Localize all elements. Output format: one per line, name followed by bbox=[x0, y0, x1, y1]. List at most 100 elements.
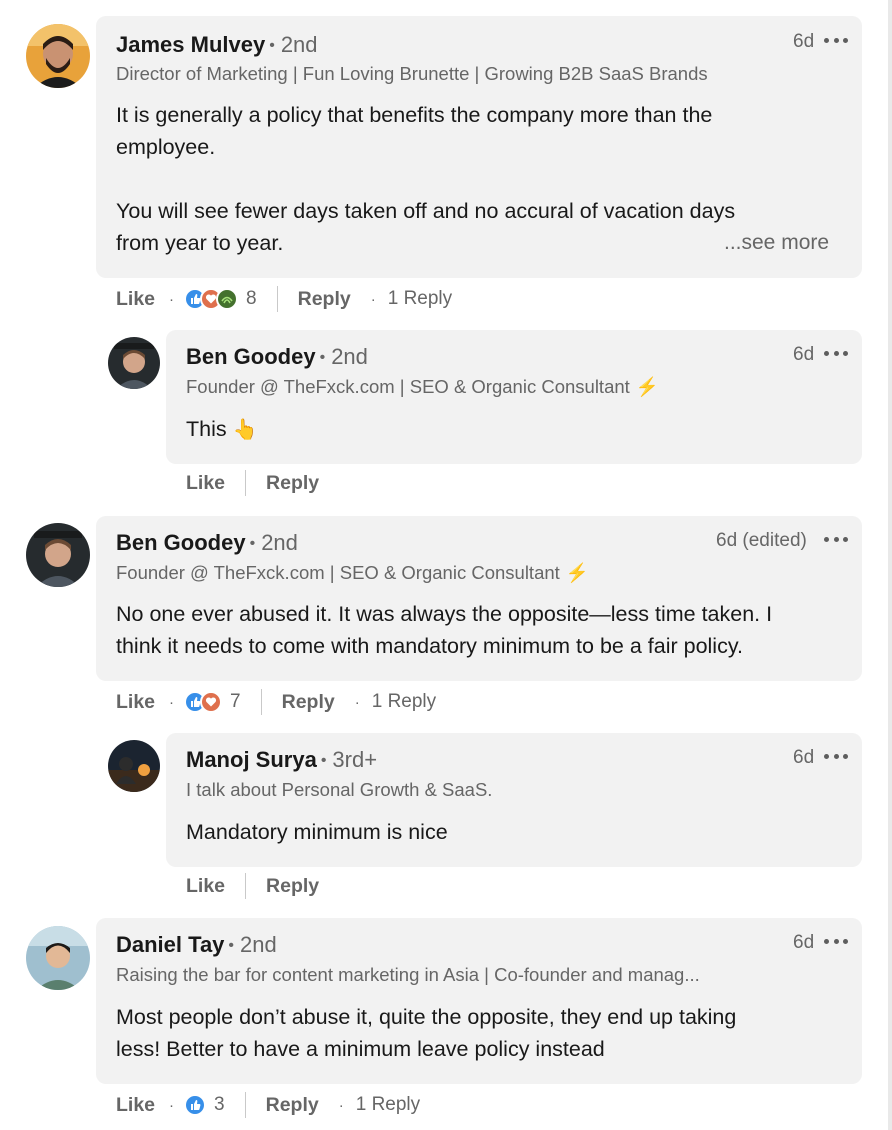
timestamp: 6d bbox=[793, 747, 815, 768]
separator-dot: · bbox=[169, 693, 175, 711]
comment-daniel-tay: Daniel Tay • 2nd 6d Raising the bar for c… bbox=[0, 913, 892, 1130]
comment-text: It is generally a policy that benefits t… bbox=[116, 99, 816, 259]
connection-degree: • 2nd bbox=[228, 932, 277, 957]
comment-actions: Like · 8 Reply · 1 Reply bbox=[116, 284, 452, 314]
love-reaction-icon bbox=[200, 691, 223, 713]
lightning-bolt-icon: ⚡ bbox=[635, 376, 659, 397]
like-button[interactable]: Like bbox=[116, 691, 155, 714]
reply-button[interactable]: Reply bbox=[266, 1094, 319, 1117]
reply-button[interactable]: Reply bbox=[266, 472, 319, 495]
avatar[interactable] bbox=[26, 926, 90, 990]
reply-button[interactable]: Reply bbox=[298, 288, 351, 311]
divider bbox=[245, 873, 247, 899]
author-name[interactable]: Ben Goodey bbox=[186, 344, 316, 370]
connection-degree: • 2nd bbox=[319, 344, 368, 369]
timestamp: 6d bbox=[793, 932, 815, 953]
comment-actions: Like Reply bbox=[186, 871, 319, 901]
comment-text: This 👆 bbox=[186, 417, 258, 441]
separator-dot: · bbox=[370, 290, 376, 308]
reply-manoj-surya: Manoj Surya • 3rd+ 6d I talk about Person… bbox=[0, 723, 892, 913]
like-button[interactable]: Like bbox=[186, 875, 225, 898]
comment-text: Most people don’t abuse it, quite the op… bbox=[116, 1001, 846, 1065]
comment-text-line: from year to year. bbox=[116, 231, 284, 255]
author-name[interactable]: Daniel Tay bbox=[116, 932, 224, 958]
pointing-up-emoji: 👆 bbox=[232, 419, 258, 441]
comment-text-line: less! Better to have a minimum leave pol… bbox=[116, 1037, 605, 1061]
author-headline: I talk about Personal Growth & SaaS. bbox=[186, 779, 493, 800]
author-line: Manoj Surya • 3rd+ bbox=[186, 747, 377, 773]
author-line: Daniel Tay • 2nd bbox=[116, 932, 277, 958]
comment-bubble: Ben Goodey • 2nd 6d (edited) Founder @ Th… bbox=[96, 516, 862, 681]
comment-text-line: employee. bbox=[116, 135, 216, 159]
avatar[interactable] bbox=[26, 523, 90, 587]
avatar[interactable] bbox=[108, 740, 160, 792]
comment-text-line: No one ever abused it. It was always the… bbox=[116, 602, 773, 626]
reply-button[interactable]: Reply bbox=[282, 691, 335, 714]
divider bbox=[245, 470, 247, 496]
comment-bubble: Manoj Surya • 3rd+ 6d I talk about Person… bbox=[166, 733, 862, 867]
comment-text-line: It is generally a policy that benefits t… bbox=[116, 103, 713, 127]
support-reaction-icon bbox=[216, 288, 239, 310]
author-headline: Director of Marketing | Fun Loving Brune… bbox=[116, 63, 708, 84]
like-reaction-icon bbox=[184, 1094, 207, 1116]
divider bbox=[244, 1092, 246, 1118]
author-line: Ben Goodey • 2nd bbox=[186, 344, 368, 370]
comment-text-line: think it needs to come with mandatory mi… bbox=[116, 634, 743, 658]
author-headline: Raising the bar for content marketing in… bbox=[116, 964, 700, 985]
more-options-icon[interactable] bbox=[824, 528, 848, 550]
comment-bubble: James Mulvey • 2nd 6d Director of Marketi… bbox=[96, 16, 862, 278]
like-button[interactable]: Like bbox=[186, 472, 225, 495]
reactions-summary[interactable]: 7 bbox=[184, 691, 241, 713]
divider bbox=[260, 689, 262, 715]
reply-button[interactable]: Reply bbox=[266, 875, 319, 898]
author-line: James Mulvey • 2nd bbox=[116, 32, 318, 58]
separator-dot: · bbox=[169, 290, 175, 308]
author-line: Ben Goodey • 2nd bbox=[116, 530, 298, 556]
reply-ben-goodey: Ben Goodey • 2nd 6d Founder @ TheFxck.com… bbox=[0, 320, 892, 510]
comment-james-mulvey: James Mulvey • 2nd 6d Director of Marketi… bbox=[0, 0, 892, 320]
lightning-bolt-icon: ⚡ bbox=[565, 562, 589, 583]
comment-text: Mandatory minimum is nice bbox=[186, 820, 448, 844]
more-options-icon[interactable] bbox=[824, 930, 848, 952]
connection-degree: • 3rd+ bbox=[320, 747, 378, 772]
reactions-summary[interactable]: 8 bbox=[184, 288, 257, 310]
timestamp: 6d bbox=[793, 344, 815, 365]
reply-count-link[interactable]: 1 Reply bbox=[372, 691, 436, 713]
comment-text-line: Most people don’t abuse it, quite the op… bbox=[116, 1005, 737, 1029]
divider bbox=[276, 286, 278, 312]
avatar[interactable] bbox=[26, 24, 90, 88]
author-name[interactable]: James Mulvey bbox=[116, 32, 265, 58]
separator-dot: · bbox=[169, 1096, 175, 1114]
comment-bubble: Ben Goodey • 2nd 6d Founder @ TheFxck.com… bbox=[166, 330, 862, 464]
timestamp: 6d bbox=[793, 31, 815, 52]
avatar[interactable] bbox=[108, 337, 160, 389]
comment-actions: Like · 3 Reply · 1 Reply bbox=[116, 1090, 420, 1120]
more-options-icon[interactable] bbox=[824, 745, 848, 767]
author-name[interactable]: Manoj Surya bbox=[186, 747, 317, 773]
see-more-link[interactable]: ...see more bbox=[724, 231, 829, 255]
like-button[interactable]: Like bbox=[116, 288, 155, 311]
like-button[interactable]: Like bbox=[116, 1094, 155, 1117]
reaction-count[interactable]: 7 bbox=[230, 691, 241, 713]
reaction-count[interactable]: 8 bbox=[246, 288, 257, 310]
separator-dot: · bbox=[354, 693, 360, 711]
more-options-icon[interactable] bbox=[824, 29, 848, 51]
comment-bubble: Daniel Tay • 2nd 6d Raising the bar for c… bbox=[96, 918, 862, 1084]
comment-ben-goodey: Ben Goodey • 2nd 6d (edited) Founder @ Th… bbox=[0, 510, 892, 730]
reaction-count[interactable]: 3 bbox=[214, 1094, 225, 1116]
comment-text-line: You will see fewer days taken off and no… bbox=[116, 199, 736, 223]
comment-text: No one ever abused it. It was always the… bbox=[116, 598, 846, 662]
connection-degree: • 2nd bbox=[249, 530, 298, 555]
more-options-icon[interactable] bbox=[824, 342, 848, 364]
author-headline: Founder @ TheFxck.com | SEO & Organic Co… bbox=[186, 376, 659, 397]
timestamp: 6d (edited) bbox=[716, 530, 807, 551]
reactions-summary[interactable]: 3 bbox=[184, 1094, 225, 1116]
comment-actions: Like Reply bbox=[186, 468, 319, 498]
comment-actions: Like · 7 Reply · 1 Reply bbox=[116, 687, 436, 717]
author-name[interactable]: Ben Goodey bbox=[116, 530, 246, 556]
separator-dot: · bbox=[338, 1096, 344, 1114]
reply-count-link[interactable]: 1 Reply bbox=[388, 288, 452, 310]
reply-count-link[interactable]: 1 Reply bbox=[356, 1094, 420, 1116]
author-headline: Founder @ TheFxck.com | SEO & Organic Co… bbox=[116, 562, 589, 583]
connection-degree: • 2nd bbox=[269, 32, 318, 57]
